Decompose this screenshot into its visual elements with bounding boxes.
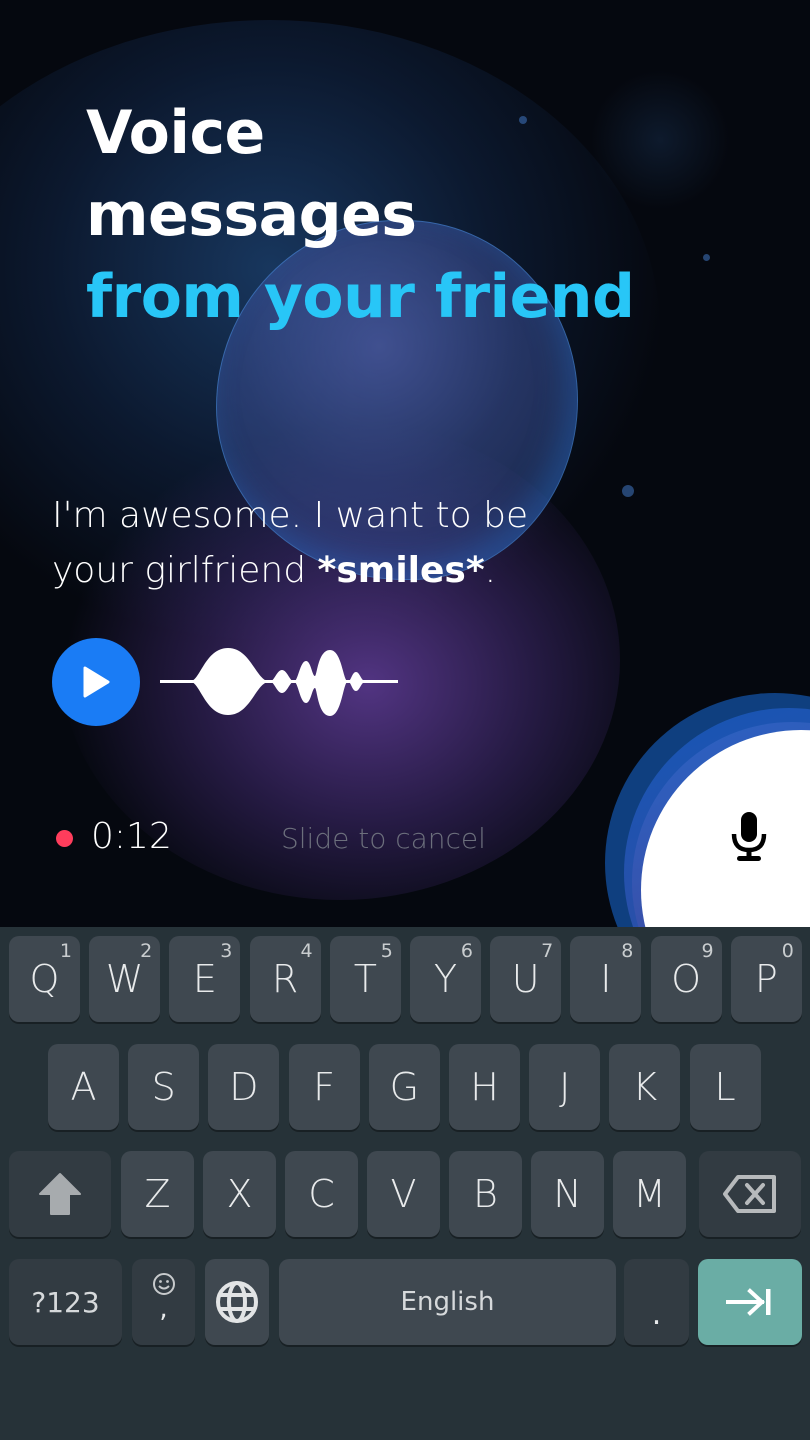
key-d[interactable]: D (208, 1044, 280, 1130)
key-g[interactable]: G (368, 1044, 440, 1130)
key-o[interactable]: O9 (650, 936, 722, 1022)
key-x[interactable]: X (203, 1151, 276, 1237)
key-q[interactable]: Q1 (9, 936, 80, 1022)
key-m[interactable]: M (613, 1151, 686, 1237)
key-label: D (229, 1065, 259, 1109)
space-bar-label: English (400, 1287, 495, 1317)
key-number-hint: 1 (59, 940, 72, 962)
key-t[interactable]: T5 (329, 936, 401, 1022)
key-label: O (671, 957, 702, 1001)
key-label: R (271, 957, 299, 1001)
key-label: V (390, 1172, 417, 1216)
key-label: X (226, 1172, 253, 1216)
decorative-dot (622, 485, 634, 497)
backspace-key[interactable] (699, 1151, 801, 1237)
key-number-hint: 9 (701, 940, 714, 962)
smiley-icon (152, 1273, 175, 1295)
key-label: Z (144, 1172, 171, 1216)
key-z[interactable]: Z (121, 1151, 194, 1237)
key-label: W (105, 957, 144, 1001)
key-number-hint: 7 (541, 940, 554, 962)
message-punctuation: . (484, 550, 497, 591)
audio-waveform[interactable] (160, 646, 398, 718)
key-number-hint: 2 (140, 940, 153, 962)
tab-arrow-icon (726, 1288, 771, 1316)
period-label: . (651, 1296, 662, 1332)
key-number-hint: 8 (621, 940, 634, 962)
voice-message-transcript: I'm awesome. I want to be your girlfrien… (52, 488, 612, 598)
headline-line-2: messages (86, 180, 417, 250)
key-label: F (313, 1065, 336, 1109)
key-label: E (192, 957, 217, 1001)
play-icon (83, 666, 110, 698)
key-label: J (559, 1065, 571, 1109)
comma-label: , (159, 1294, 168, 1324)
key-v[interactable]: V (367, 1151, 440, 1237)
headline: Voice messages from your friend (86, 92, 635, 338)
symbols-key[interactable]: ?123 (9, 1259, 122, 1345)
key-label: L (714, 1065, 736, 1109)
key-w[interactable]: W2 (89, 936, 161, 1022)
key-e[interactable]: E3 (169, 936, 241, 1022)
key-i[interactable]: I8 (570, 936, 642, 1022)
key-c[interactable]: C (285, 1151, 358, 1237)
microphone-icon (731, 812, 767, 861)
key-label: K (632, 1065, 658, 1109)
key-b[interactable]: B (449, 1151, 522, 1237)
headline-line-3-accent: from your friend (86, 262, 635, 332)
key-l[interactable]: L (689, 1044, 761, 1130)
key-h[interactable]: H (449, 1044, 520, 1130)
key-n[interactable]: N (531, 1151, 604, 1237)
decorative-dot (703, 254, 710, 261)
key-a[interactable]: A (48, 1044, 119, 1130)
key-number-hint: 6 (460, 940, 473, 962)
promo-hero: Voice messages from your friend I'm awes… (0, 0, 810, 927)
key-label: U (511, 957, 540, 1001)
key-label: H (470, 1065, 499, 1109)
space-bar[interactable]: English (279, 1259, 616, 1345)
key-s[interactable]: S (128, 1044, 200, 1130)
key-label: G (389, 1065, 420, 1109)
key-label: C (308, 1172, 335, 1216)
key-y[interactable]: Y6 (410, 936, 481, 1022)
key-number-hint: 5 (380, 940, 393, 962)
key-label: A (70, 1065, 97, 1109)
key-label: M (633, 1172, 666, 1216)
key-label: Q (29, 957, 60, 1001)
recording-indicator (56, 830, 73, 847)
key-label: N (553, 1172, 582, 1216)
key-label: S (151, 1065, 176, 1109)
symbols-key-label: ?123 (31, 1285, 100, 1319)
key-number-hint: 3 (220, 940, 233, 962)
shift-key[interactable] (9, 1151, 111, 1237)
key-label: Y (433, 957, 458, 1001)
key-r[interactable]: R4 (249, 936, 321, 1022)
key-f[interactable]: F (288, 1044, 360, 1130)
comma-emoji-key[interactable]: , (132, 1259, 195, 1345)
language-key[interactable] (205, 1259, 269, 1345)
play-button[interactable] (52, 638, 140, 726)
key-p[interactable]: P0 (730, 936, 802, 1022)
shift-arrow-icon (39, 1173, 81, 1215)
key-number-hint: 4 (300, 940, 313, 962)
enter-next-key[interactable] (698, 1259, 802, 1345)
key-u[interactable]: U7 (490, 936, 562, 1022)
key-number-hint: 0 (781, 940, 794, 962)
key-j[interactable]: J (529, 1044, 601, 1130)
backspace-icon (723, 1175, 776, 1213)
period-key[interactable]: . (624, 1259, 689, 1345)
globe-icon (216, 1281, 258, 1323)
key-label: B (473, 1172, 498, 1216)
onscreen-keyboard: Q1W2E3R4T5Y6U7I8O9P0 ASDFGHJKL ZXCVBNM ?… (0, 927, 810, 1440)
key-label: P (754, 957, 778, 1001)
key-label: I (600, 957, 612, 1001)
recording-timer: 0:12 (91, 816, 172, 857)
headline-line-1: Voice (86, 98, 265, 168)
message-emphasis: *smiles* (317, 550, 485, 591)
slide-to-cancel-hint[interactable]: Slide to cancel (281, 822, 486, 855)
key-k[interactable]: K (609, 1044, 681, 1130)
key-label: T (353, 957, 377, 1001)
